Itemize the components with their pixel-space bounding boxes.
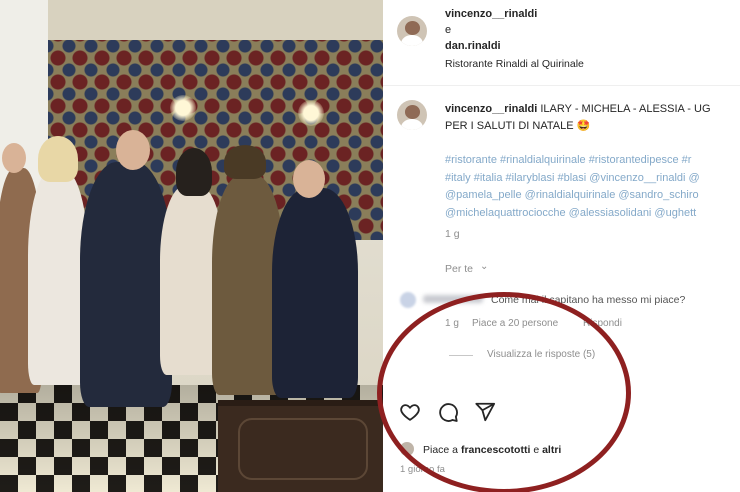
comment-likes[interactable]: Piace a 20 persone [472,318,558,329]
photo-person [272,188,358,398]
reply-divider [449,355,473,356]
caption-time: 1 g [445,228,460,240]
send-icon[interactable] [474,401,496,423]
photo-wall-lamp [298,100,324,126]
hashtag-line[interactable]: @michelaquattrociocche @alessiasolidani … [445,205,740,223]
post-caption: vincenzo__rinaldi ILARY - MICHELA - ALES… [445,101,740,135]
author-username[interactable]: vincenzo__rinaldi [445,8,537,20]
likes-prefix: Piace a [423,444,459,456]
translation-label[interactable]: Per te [445,263,473,275]
comment-icon[interactable] [437,401,459,423]
caption-emoji: 🤩 [576,120,591,132]
heart-icon[interactable] [399,401,421,423]
collab-conjunction: e [445,24,452,36]
caption-username[interactable]: vincenzo__rinaldi [445,103,537,115]
comment-time: 1 g [445,318,459,329]
caption-avatar[interactable] [397,100,427,130]
caption-text-line1: ILARY - MICHELA - ALESSIA - UG [540,103,711,115]
caption-hashtags[interactable]: #ristorante #rinaldialquirinale #ristora… [445,152,740,222]
view-replies-button[interactable]: Visualizza le risposte (5) [487,349,595,360]
author-avatar[interactable] [397,16,427,46]
likes-summary[interactable]: Piace a francescototti e altri [423,444,561,456]
liker-avatar[interactable] [400,442,414,456]
commenter-username[interactable] [423,295,483,303]
photo-ceiling [48,0,383,40]
post-header: vincenzo__rinaldi e dan.rinaldi Ristoran… [383,0,740,86]
collab-username[interactable]: dan.rinaldi [445,40,501,52]
likes-others[interactable]: altri [542,444,561,456]
liker-username[interactable]: francescototti [461,444,530,456]
caption-text-line2: PER I SALUTI DI NATALE [445,120,574,132]
likes-conjunction: e [533,444,540,456]
photo-person [28,170,88,385]
post-panel: vincenzo__rinaldi e dan.rinaldi Ristoran… [383,0,740,492]
hashtag-line[interactable]: @pamela_pelle @rinaldialquirinale @sandr… [445,187,740,205]
hashtag-line[interactable]: #ristorante #rinaldialquirinale #ristora… [445,152,740,170]
post-time: 1 giorno fa [400,464,445,475]
photo-wall-lamp [170,95,196,121]
commenter-avatar[interactable] [400,292,416,308]
comment-text: Come mai il capitano ha messo mi piace? [491,294,686,306]
comment-reply-button[interactable]: Rispondi [583,318,622,329]
photo-person [80,162,172,407]
chevron-down-icon[interactable]: ⌄ [480,261,488,272]
hashtag-line[interactable]: #italy #italia #ilaryblasi #blasi @vince… [445,170,740,188]
post-photo[interactable] [0,0,383,492]
post-location[interactable]: Ristorante Rinaldi al Quirinale [445,58,584,70]
